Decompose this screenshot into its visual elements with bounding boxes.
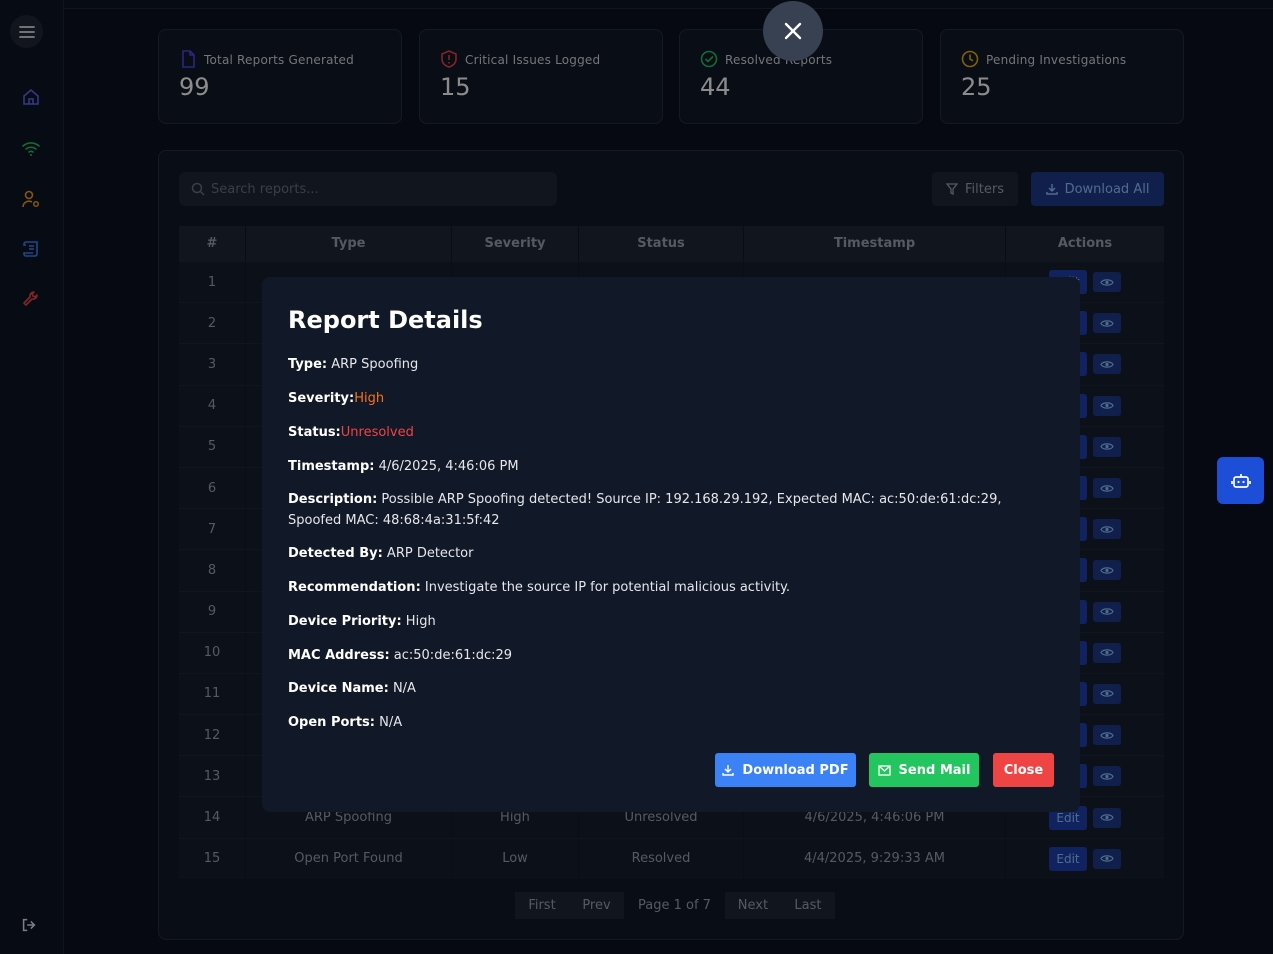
download-pdf-button[interactable]: Download PDF xyxy=(715,753,856,787)
field-mac-address: MAC Address: ac:50:de:61:dc:29 xyxy=(288,648,513,663)
severity-value: High xyxy=(354,391,385,406)
overlay-close-button[interactable] xyxy=(763,1,823,61)
modal-title: Report Details xyxy=(288,306,483,334)
field-detected-by: Detected By: ARP Detector xyxy=(288,546,474,561)
field-severity: Severity:High xyxy=(288,391,385,406)
send-mail-button[interactable]: Send Mail xyxy=(869,753,979,787)
robot-icon xyxy=(1230,473,1251,488)
field-status: Status:Unresolved xyxy=(288,425,414,440)
field-recommendation: Recommendation: Investigate the source I… xyxy=(288,580,791,595)
chatbot-button[interactable] xyxy=(1217,457,1264,504)
download-icon xyxy=(722,765,735,776)
report-details-modal: Report Details Type: ARP Spoofing Severi… xyxy=(262,277,1080,812)
field-device-name: Device Name: N/A xyxy=(288,681,416,696)
field-open-ports: Open Ports: N/A xyxy=(288,715,403,730)
close-button[interactable]: Close xyxy=(993,753,1054,787)
field-description: Description: Possible ARP Spoofing detec… xyxy=(288,492,1002,528)
field-timestamp: Timestamp: 4/6/2025, 4:46:06 PM xyxy=(288,459,519,474)
close-icon xyxy=(784,22,802,40)
status-value: Unresolved xyxy=(340,425,414,440)
mail-icon xyxy=(877,764,891,776)
field-type: Type: ARP Spoofing xyxy=(288,357,419,372)
field-device-priority: Device Priority: High xyxy=(288,614,436,629)
